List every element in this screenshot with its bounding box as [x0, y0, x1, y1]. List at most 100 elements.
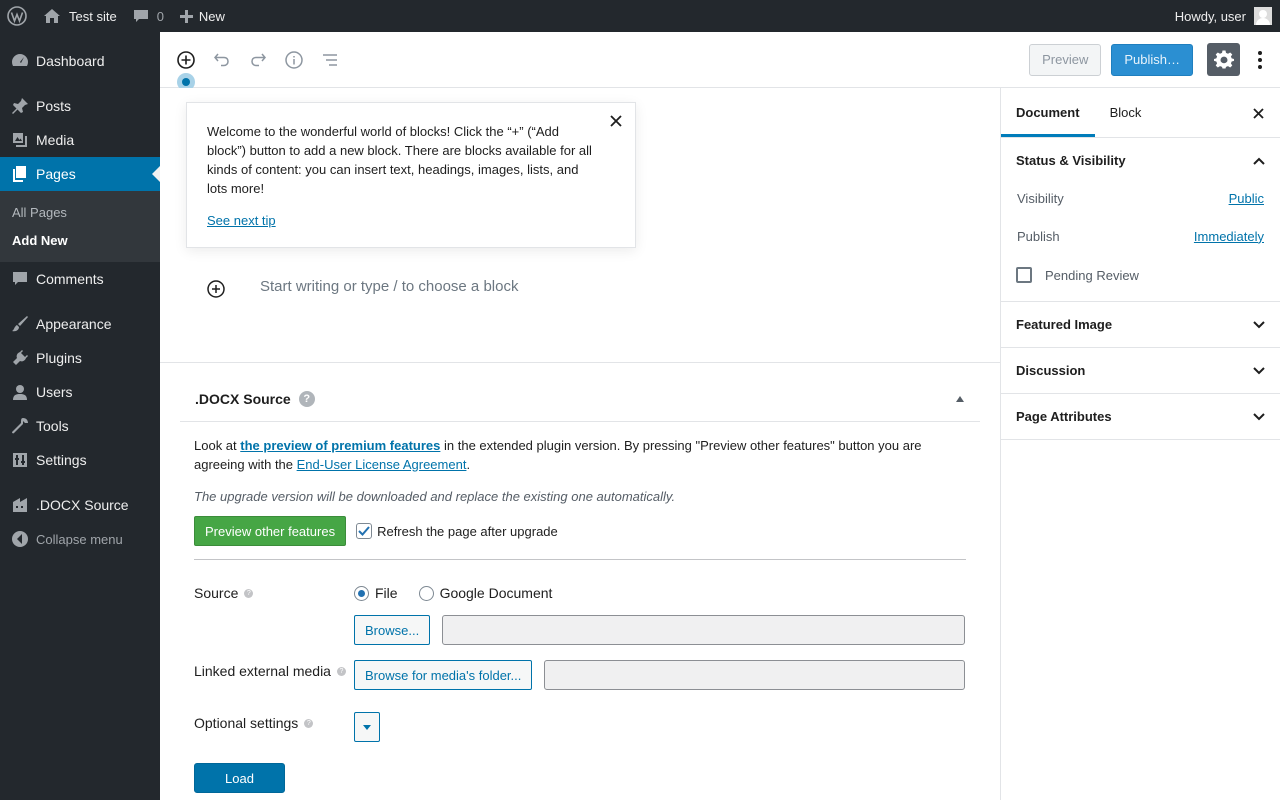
checkmark-icon	[358, 526, 370, 536]
block-placeholder[interactable]: Start writing or type / to choose a bloc…	[260, 278, 518, 295]
help-icon[interactable]: ?	[298, 390, 315, 407]
close-sidebar-button[interactable]	[1250, 105, 1266, 121]
my-account-link[interactable]: Howdy, user	[1167, 0, 1280, 32]
eula-link[interactable]: End-User License Agreement	[297, 457, 467, 472]
menu-label: .DOCX Source	[36, 497, 129, 513]
upgrade-note: The upgrade version will be downloaded a…	[194, 489, 676, 504]
menu-label: Media	[36, 132, 75, 148]
visibility-label: Visibility	[1017, 190, 1064, 206]
source-file-radio[interactable]	[354, 585, 369, 601]
add-block-inline-icon[interactable]	[206, 279, 226, 299]
pending-review-checkbox[interactable]	[1016, 267, 1032, 283]
menu-label: Plugins	[36, 350, 82, 366]
menu-item-docx-source[interactable]: .DOCX Source	[0, 488, 160, 522]
settings-toggle-button[interactable]	[1207, 43, 1240, 76]
linked-media-label: Linked external media?	[194, 660, 354, 682]
menu-item-posts[interactable]: Posts	[0, 89, 160, 123]
source-file-label: File	[375, 584, 398, 601]
collapse-triangle-icon[interactable]	[956, 395, 964, 402]
pages-submenu: All Pages Add New	[0, 191, 160, 262]
dashboard-icon	[10, 51, 30, 71]
new-content-link[interactable]: New	[172, 0, 233, 32]
chevron-down-icon	[1253, 320, 1265, 328]
menu-item-dashboard[interactable]: Dashboard	[0, 44, 160, 78]
publish-button[interactable]: Publish…	[1111, 43, 1193, 76]
collapse-menu-button[interactable]: Collapse menu	[0, 522, 160, 556]
tab-block[interactable]: Block	[1095, 88, 1157, 137]
featured-image-toggle[interactable]: Featured Image	[1001, 302, 1280, 347]
howdy-text: Howdy, user	[1174, 8, 1246, 24]
status-visibility-panel: Status & Visibility Visibility Public Pu…	[1001, 138, 1280, 302]
block-navigation-button[interactable]	[312, 42, 348, 78]
file-path-field[interactable]	[442, 615, 966, 645]
comment-count: 0	[156, 8, 164, 24]
preview-button[interactable]: Preview	[1029, 43, 1102, 76]
redo-icon	[251, 53, 266, 66]
content-info-button[interactable]	[276, 42, 312, 78]
collapse-arrow-icon	[10, 529, 30, 549]
discussion-toggle[interactable]: Discussion	[1001, 348, 1280, 393]
browse-file-button[interactable]: Browse...	[354, 615, 431, 645]
tab-document[interactable]: Document	[1001, 88, 1095, 137]
metabox-intro: Look at the preview of premium features …	[194, 438, 922, 472]
help-icon[interactable]: ?	[304, 718, 314, 728]
menu-item-comments[interactable]: Comments	[0, 262, 160, 296]
list-icon	[323, 53, 337, 66]
new-label: New	[198, 8, 225, 24]
plug-icon	[10, 348, 30, 368]
metabox-header[interactable]: .DOCX Source ?	[180, 376, 980, 422]
source-google-doc-radio[interactable]	[418, 585, 434, 601]
visibility-value-link[interactable]: Public	[1229, 191, 1264, 206]
preview-other-features-button[interactable]: Preview other features	[194, 516, 347, 546]
load-button[interactable]: Load	[194, 763, 285, 793]
editor-toolbar: Preview Publish…	[160, 32, 1280, 88]
site-name-link[interactable]: Test site	[35, 0, 125, 32]
premium-features-link[interactable]: the preview of premium features	[240, 438, 440, 453]
redo-button[interactable]	[240, 42, 276, 78]
tip-close-button[interactable]	[608, 113, 624, 129]
media-folder-field[interactable]	[544, 660, 966, 690]
admin-sidebar: Dashboard Posts Media Pages All Pages Ad…	[0, 32, 160, 800]
refresh-checkbox[interactable]	[356, 523, 373, 539]
menu-item-users[interactable]: Users	[0, 375, 160, 409]
menu-item-plugins[interactable]: Plugins	[0, 341, 160, 375]
menu-item-settings[interactable]: Settings	[0, 443, 160, 477]
menu-item-pages[interactable]: Pages	[0, 157, 160, 191]
menu-item-media[interactable]: Media	[0, 123, 160, 157]
discussion-panel: Discussion	[1001, 348, 1280, 394]
publish-date-link[interactable]: Immediately	[1194, 229, 1264, 244]
menu-item-tools[interactable]: Tools	[0, 409, 160, 443]
chevron-down-icon	[1253, 412, 1265, 420]
submenu-add-new[interactable]: Add New	[0, 226, 160, 254]
page-attributes-toggle[interactable]: Page Attributes	[1001, 394, 1280, 439]
source-google-doc-label: Google Document	[439, 584, 553, 601]
comment-icon	[10, 269, 30, 289]
help-icon[interactable]: ?	[336, 666, 346, 676]
browse-media-folder-button[interactable]: Browse for media's folder...	[354, 660, 533, 690]
source-label: Source?	[194, 584, 354, 603]
add-block-icon	[177, 50, 195, 69]
metabox-divider	[160, 362, 1000, 363]
metabox-separator	[194, 559, 966, 560]
chevron-down-icon	[1253, 366, 1265, 374]
submenu-all-pages[interactable]: All Pages	[0, 198, 160, 226]
comments-link[interactable]: 0	[125, 0, 172, 32]
close-icon	[610, 115, 622, 127]
editor-canvas: Welcome to the wonderful world of blocks…	[160, 88, 1000, 800]
wordpress-logo-icon[interactable]	[0, 0, 35, 32]
menu-label: Pages	[36, 166, 76, 182]
gear-icon	[1213, 49, 1234, 68]
block-appender[interactable]: Start writing or type / to choose a bloc…	[206, 278, 518, 299]
undo-button[interactable]	[204, 42, 240, 78]
plus-icon	[179, 9, 193, 23]
help-icon[interactable]: ?	[244, 588, 254, 598]
metabox-title: .DOCX Source	[195, 390, 291, 407]
comment-bubble-icon	[133, 9, 149, 24]
menu-item-appearance[interactable]: Appearance	[0, 307, 160, 341]
optional-settings-dropdown[interactable]	[354, 712, 380, 742]
status-visibility-toggle[interactable]: Status & Visibility	[1001, 138, 1280, 183]
info-icon	[285, 50, 303, 69]
admin-bar: Test site 0 New Howdy, user	[0, 0, 1280, 32]
more-tools-button[interactable]	[1248, 42, 1272, 78]
see-next-tip-link[interactable]: See next tip	[207, 211, 276, 230]
